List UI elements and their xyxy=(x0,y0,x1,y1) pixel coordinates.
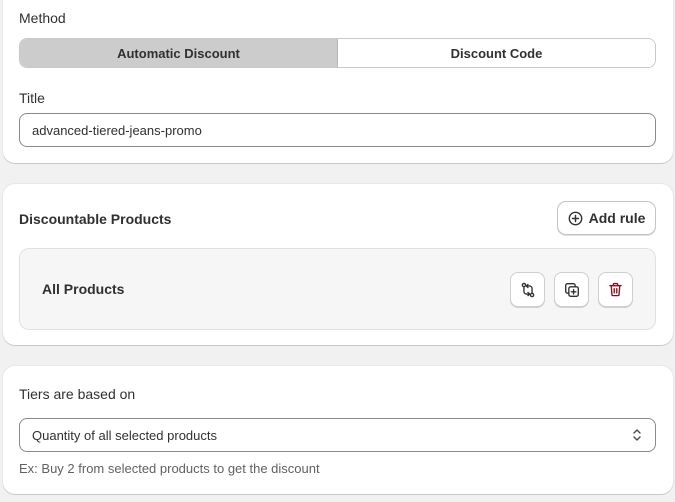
method-card: Method Automatic Discount Discount Code … xyxy=(3,0,673,163)
swap-icon xyxy=(519,281,537,299)
title-label: Title xyxy=(19,90,45,106)
product-rule-row: All Products xyxy=(19,248,656,330)
add-rule-button[interactable]: Add rule xyxy=(557,201,656,235)
tiers-basis-value: Quantity of all selected products xyxy=(32,427,217,443)
discount-code-segment[interactable]: Discount Code xyxy=(338,39,655,67)
tiers-basis-select[interactable]: Quantity of all selected products xyxy=(19,418,656,452)
duplicate-rule-button[interactable] xyxy=(554,272,589,307)
trash-icon xyxy=(607,281,624,298)
title-input[interactable]: advanced-tiered-jeans-promo xyxy=(19,113,656,147)
tiers-help-text: Ex: Buy 2 from selected products to get … xyxy=(19,461,320,476)
automatic-discount-segment[interactable]: Automatic Discount xyxy=(20,39,338,67)
discountable-products-heading: Discountable Products xyxy=(19,211,172,227)
plus-circle-icon xyxy=(568,211,583,226)
discountable-products-card: Discountable Products Add rule All Produ… xyxy=(3,184,673,345)
method-segmented-control: Automatic Discount Discount Code xyxy=(19,38,656,68)
tiers-card: Tiers are based on Quantity of all selec… xyxy=(3,366,673,494)
product-rule-name: All Products xyxy=(42,281,125,297)
tiers-label: Tiers are based on xyxy=(19,386,136,402)
select-chevron-icon xyxy=(631,427,643,446)
add-rule-label: Add rule xyxy=(588,210,646,226)
method-label: Method xyxy=(19,10,66,26)
duplicate-icon xyxy=(563,281,581,299)
swap-rule-button[interactable] xyxy=(510,272,545,307)
delete-rule-button[interactable] xyxy=(598,272,633,307)
